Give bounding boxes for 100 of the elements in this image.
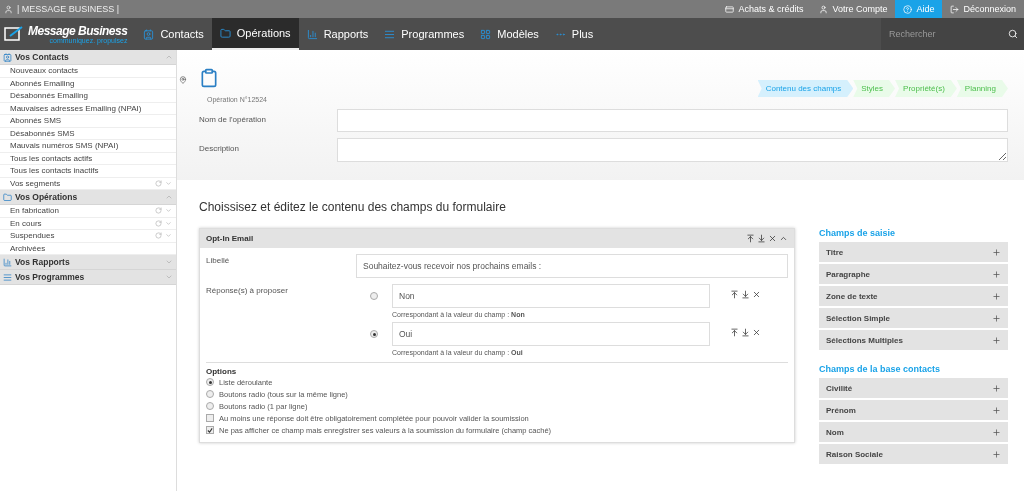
radio-button[interactable]	[206, 390, 214, 398]
lines-icon	[3, 272, 12, 282]
palette-item[interactable]: Sélections Multiples	[819, 330, 1008, 350]
palette-item[interactable]: Titre	[819, 242, 1008, 262]
plus-icon[interactable]	[992, 449, 1001, 459]
field-caption: Libellé	[206, 255, 231, 267]
palette-title: Champs de la base contacts	[819, 364, 942, 374]
item-label: Abonnés Emailing	[10, 78, 75, 88]
card-icon	[725, 4, 735, 14]
top-link[interactable]: Déconnexion	[942, 0, 1024, 18]
sidebar-section[interactable]: Vos Contacts	[0, 50, 176, 65]
nav-tab[interactable]: Opérations	[211, 18, 299, 50]
grid-icon	[480, 28, 492, 40]
section-title: Vos Programmes	[15, 272, 85, 282]
item-label: Abonnés SMS	[10, 116, 62, 126]
plus-icon[interactable]	[992, 247, 1001, 257]
sidebar-section[interactable]: Vos Opérations	[0, 190, 176, 205]
collapse-icon[interactable]	[779, 234, 788, 243]
radio-button[interactable]	[370, 292, 378, 300]
folder-icon	[3, 192, 12, 202]
nav-tab[interactable]: Plus	[546, 18, 602, 50]
sidebar-item[interactable]: Désabonnés SMS	[0, 127, 176, 140]
nav-tab[interactable]: Programmes	[376, 18, 473, 50]
bar-chart-icon	[3, 257, 12, 267]
palette-item[interactable]: Zone de texte	[819, 286, 1008, 306]
item-label: Mauvais numéros SMS (NPAI)	[10, 141, 119, 151]
label-field[interactable]: Souhaitez-vous recevoir nos prochains emails :	[356, 254, 788, 278]
move-top-icon[interactable]	[730, 328, 739, 337]
close-icon[interactable]	[768, 234, 777, 243]
nav-tab[interactable]: Rapports	[298, 18, 377, 50]
sidebar-item[interactable]: Abonnés Emailing	[0, 77, 176, 90]
section-title: Vos Opérations	[15, 192, 78, 202]
sidebar-item[interactable]: Désabonnés Emailing	[0, 90, 176, 103]
nav-tab[interactable]: Modèles	[472, 18, 547, 50]
logout-icon	[950, 4, 960, 14]
plus-icon[interactable]	[992, 383, 1001, 393]
move-bottom-icon[interactable]	[741, 328, 750, 337]
move-bottom-icon[interactable]	[741, 290, 750, 299]
plus-icon[interactable]	[992, 269, 1001, 279]
sidebar-item[interactable]: Abonnés SMS	[0, 115, 176, 128]
palette-title: Champs de saisie	[819, 228, 897, 238]
sidebar-section[interactable]: Vos Programmes	[0, 270, 176, 285]
answer-field[interactable]: Non	[392, 284, 710, 308]
options-title: Options	[206, 367, 238, 376]
plus-icon[interactable]	[992, 335, 1001, 345]
close-icon[interactable]	[752, 328, 761, 337]
radio-button[interactable]	[206, 378, 214, 386]
radio-button[interactable]	[370, 330, 378, 338]
section-heading: Choissisez et éditez le contenu des champs du formulaire	[199, 200, 507, 214]
palette-item[interactable]: Sélection Simple	[819, 308, 1008, 328]
user-icon	[4, 4, 13, 14]
palette-item[interactable]: Prénom	[819, 400, 1008, 420]
section-title: Vos Contacts	[15, 52, 69, 62]
search-bar[interactable]: Rechercher	[881, 18, 1024, 50]
brand-name: | MESSAGE BUSINESS |	[17, 4, 120, 14]
user-icon	[819, 4, 829, 14]
item-label: Vos segments	[10, 178, 61, 188]
move-top-icon[interactable]	[730, 290, 739, 299]
top-link[interactable]: Achats & crédits	[717, 0, 812, 18]
item-label: Désabonnés SMS	[10, 128, 75, 138]
plus-icon[interactable]	[992, 405, 1001, 415]
answer-field[interactable]: Oui	[392, 322, 710, 346]
top-link[interactable]: Votre Compte	[811, 0, 896, 18]
checkbox[interactable]	[206, 414, 214, 422]
item-label: Désabonnés Emailing	[10, 91, 88, 101]
help-icon	[903, 4, 913, 14]
item-label: Mauvaises adresses Emailing (NPAI)	[10, 103, 142, 113]
sidebar-item[interactable]: Tous les contacts inactifs	[0, 165, 176, 178]
sidebar-item[interactable]: Nouveaux contacts	[0, 65, 176, 78]
plus-icon[interactable]	[992, 291, 1001, 301]
move-top-icon[interactable]	[746, 234, 755, 243]
description-field[interactable]	[337, 138, 1008, 162]
pin-icon[interactable]	[179, 76, 187, 84]
sidebar-item[interactable]: Mauvais numéros SMS (NPAI)	[0, 140, 176, 153]
palette-item[interactable]: Paragraphe	[819, 264, 1008, 284]
sidebar-item[interactable]: Mauvaises adresses Emailing (NPAI)	[0, 102, 176, 115]
name-field[interactable]	[337, 109, 1008, 132]
palette-item[interactable]: Nom	[819, 422, 1008, 442]
contact-card-icon	[3, 52, 12, 62]
move-bottom-icon[interactable]	[757, 234, 766, 243]
plus-icon[interactable]	[992, 427, 1001, 437]
radio-button[interactable]	[206, 402, 214, 410]
close-icon[interactable]	[752, 290, 761, 299]
sidebar-section[interactable]: Vos Rapports	[0, 255, 176, 270]
checkbox[interactable]	[206, 426, 214, 434]
nav-tab[interactable]: Contacts	[135, 18, 212, 50]
item-label: En fabrication	[10, 206, 59, 216]
item-label: Suspendues	[10, 231, 55, 241]
palette-item[interactable]: Raison Sociale	[819, 444, 1008, 464]
item-label: Tous les contacts inactifs	[10, 166, 99, 176]
clipboard-icon	[199, 68, 219, 88]
search-field[interactable]: Rechercher	[887, 28, 1008, 40]
field-label: Description	[199, 143, 240, 153]
item-label: En cours	[10, 218, 42, 228]
sidebar-item[interactable]: Tous les contacts actifs	[0, 152, 176, 165]
bar-chart-icon	[306, 28, 318, 40]
plus-icon[interactable]	[992, 313, 1001, 323]
folder-icon	[219, 27, 231, 39]
search-icon[interactable]	[1008, 29, 1018, 39]
palette-item[interactable]: Civilité	[819, 378, 1008, 398]
